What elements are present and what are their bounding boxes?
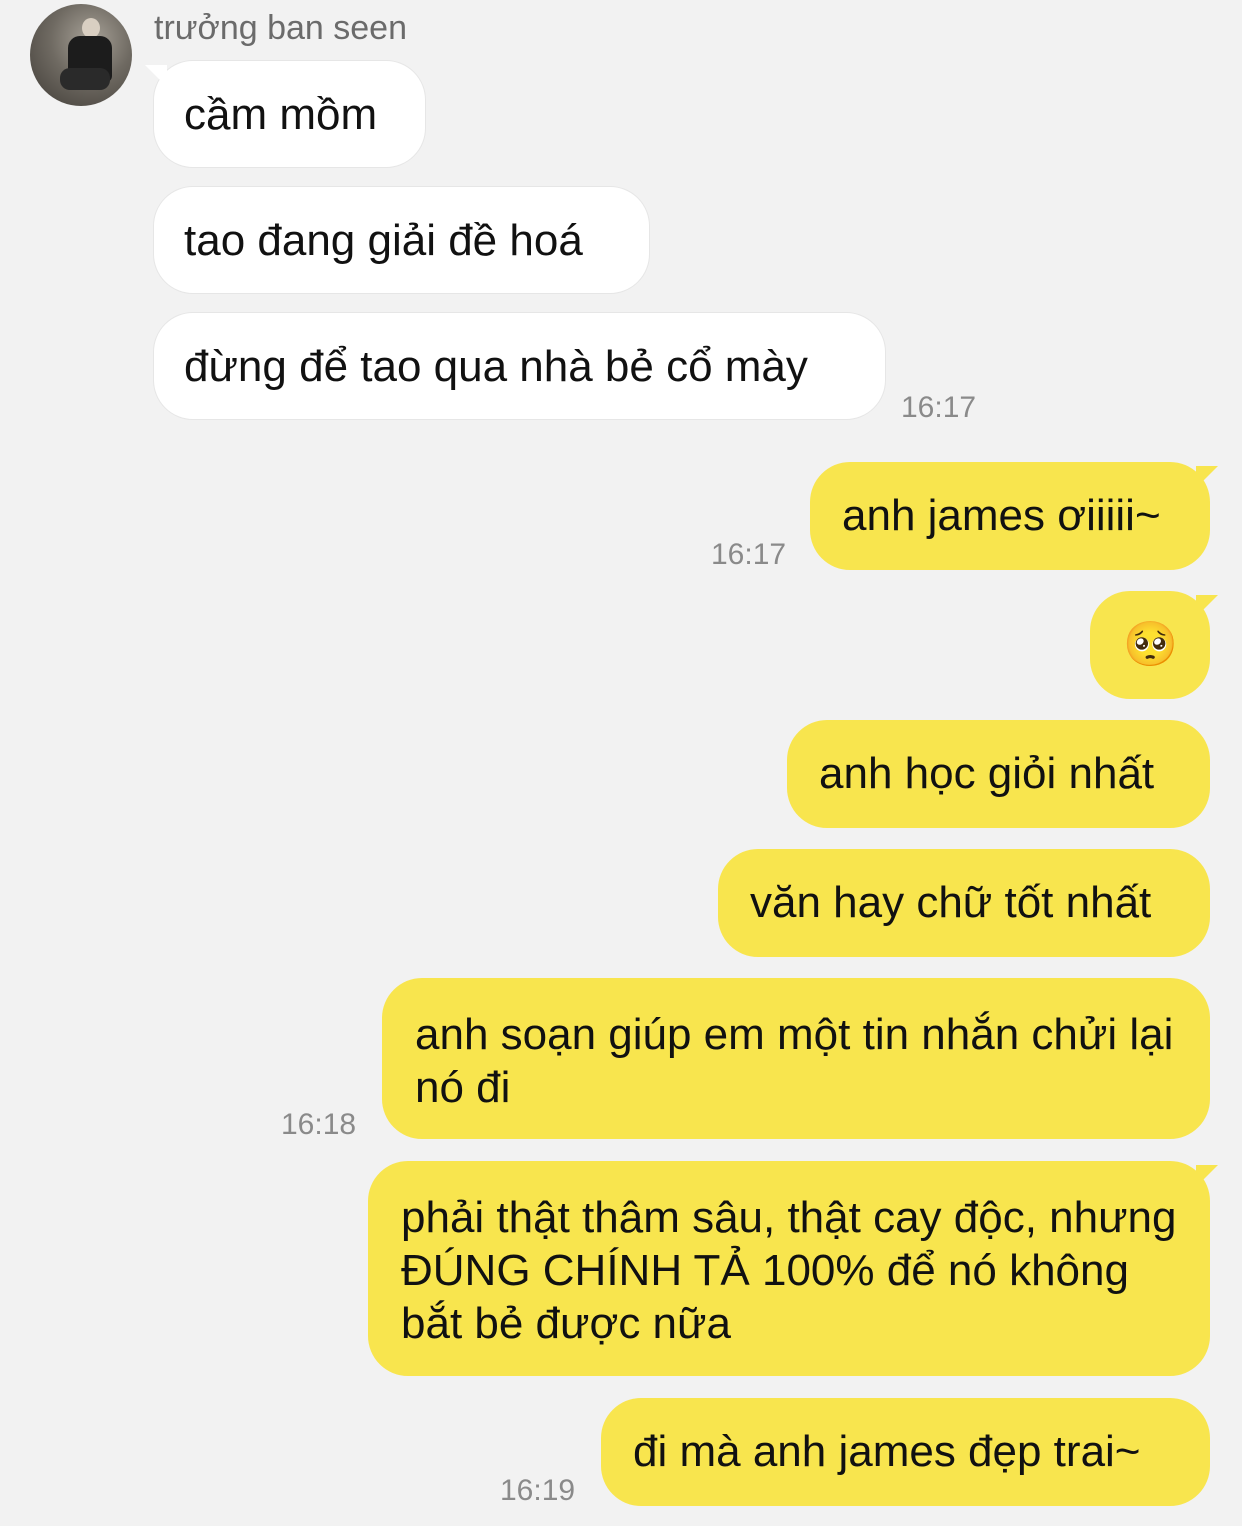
sender-name: trưởng ban seen [154,9,407,47]
avatar-figure-legs [60,68,110,90]
message-timestamp: 16:18 [281,1108,357,1141]
outgoing-message[interactable]: đi mà anh james đẹp trai~ [601,1398,1210,1506]
outgoing-message[interactable]: anh soạn giúp em một tin nhắn chửi lại n… [382,978,1210,1139]
sender-avatar[interactable] [30,4,132,106]
message-timestamp: 16:17 [711,538,787,571]
message-text: cầm mồm [184,90,378,139]
message-text: phải thật thâm sâu, thật cay độc, nhưng … [401,1193,1177,1348]
outgoing-message[interactable]: phải thật thâm sâu, thật cay độc, nhưng … [368,1161,1210,1376]
pleading-face-emoji-icon: 🥺 [1123,619,1178,670]
message-text: tao đang giải đề hoá [184,216,583,265]
message-timestamp: 16:17 [901,391,977,424]
message-text: đừng để tao qua nhà bẻ cổ mày [184,342,808,391]
outgoing-message[interactable]: văn hay chữ tốt nhất [718,849,1210,957]
avatar-figure-head [82,18,100,38]
incoming-message[interactable]: cầm mồm [153,60,426,168]
incoming-message[interactable]: tao đang giải đề hoá [153,186,650,294]
outgoing-emoji-message[interactable]: 🥺 [1090,591,1210,699]
message-text: anh soạn giúp em một tin nhắn chửi lại n… [415,1010,1174,1112]
message-text: văn hay chữ tốt nhất [750,878,1152,927]
message-text: anh học giỏi nhất [819,749,1155,798]
message-text: đi mà anh james đẹp trai~ [633,1427,1141,1476]
outgoing-message[interactable]: anh học giỏi nhất [787,720,1210,828]
message-timestamp: 16:19 [500,1474,576,1507]
outgoing-message[interactable]: anh james ơiiiii~ [810,462,1210,570]
message-text: anh james ơiiiii~ [842,491,1161,540]
incoming-message[interactable]: đừng để tao qua nhà bẻ cổ mày [153,312,886,420]
